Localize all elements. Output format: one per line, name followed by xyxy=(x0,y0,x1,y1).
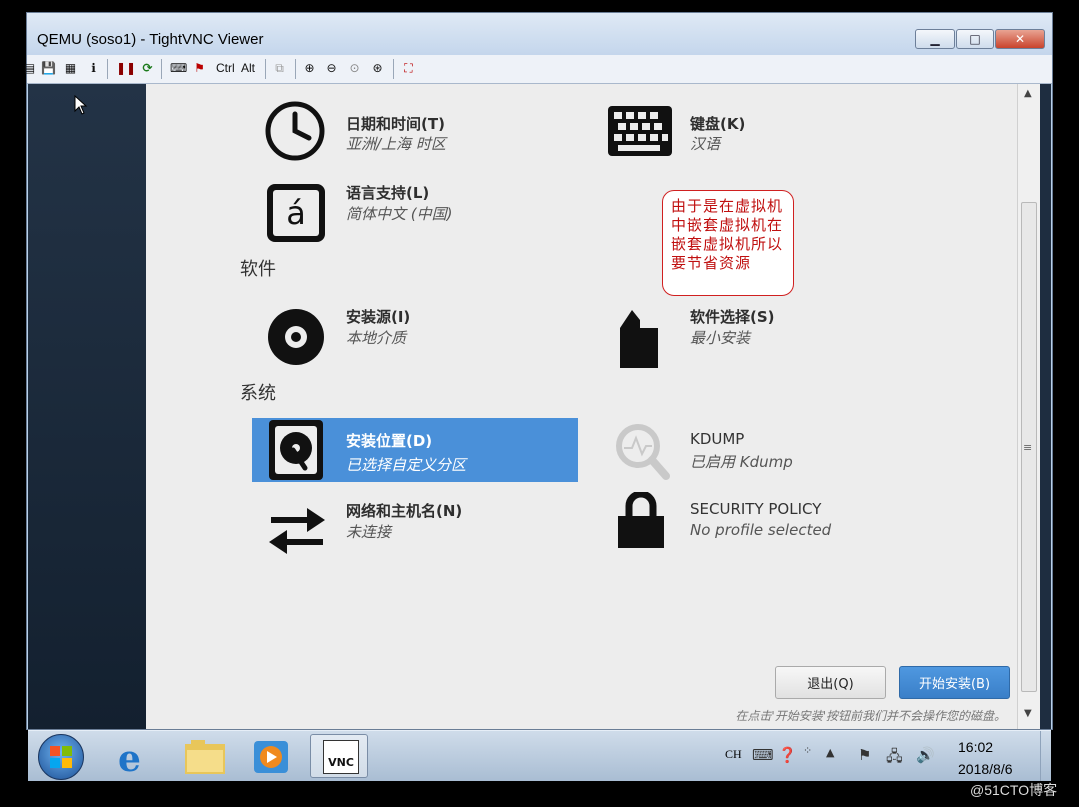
lock-icon xyxy=(618,490,664,548)
section-software: 软件 xyxy=(240,259,276,280)
network-arrows-icon xyxy=(269,508,325,554)
quit-button[interactable]: 退出(Q) xyxy=(775,666,886,699)
info-icon[interactable]: ℹ xyxy=(85,60,102,77)
package-icon xyxy=(620,310,658,368)
alt-key-button[interactable]: Alt xyxy=(241,60,255,77)
spoke-kdump[interactable] xyxy=(614,422,670,486)
clipboard-icon[interactable]: ⧉ xyxy=(271,60,288,77)
scroll-grip-icon: ≡ xyxy=(1023,441,1033,454)
taskbar-media-player[interactable] xyxy=(242,734,300,778)
pause-icon[interactable]: ❚❚ xyxy=(116,60,136,77)
keyboard-subtitle: 汉语 xyxy=(690,135,721,153)
install-source-subtitle: 本地介质 xyxy=(346,329,407,347)
vnc-toolbar: ▤ 💾 ▦ ℹ ❚❚ ⟳ ⌨ ⚑ Ctrl Alt ⧉ ⊕ ⊖ ⊙ ⊛ ⛶ xyxy=(24,55,1052,84)
folder-icon xyxy=(185,740,225,774)
refresh-icon[interactable]: ⟳ xyxy=(139,60,156,77)
install-destination-subtitle: 已选择自定义分区 xyxy=(346,456,467,474)
spoke-install-source[interactable] xyxy=(268,309,324,369)
spoke-software-selection[interactable] xyxy=(618,306,662,374)
network-subtitle: 未连接 xyxy=(346,523,392,541)
ctrl-key-button[interactable]: Ctrl xyxy=(216,60,235,77)
installation-summary-panel: 日期和时间(T) 亚洲/上海 时区 键盘(K) 汉语 á 语言支持(L) 简体中… xyxy=(146,84,1017,729)
fullscreen-icon[interactable]: ⛶ xyxy=(400,60,417,77)
scroll-up-icon[interactable]: ▲ xyxy=(1024,88,1032,99)
vertical-scrollbar[interactable]: ▲ ≡ ▼ xyxy=(1017,84,1040,729)
install-destination-title[interactable]: 安装位置(D) xyxy=(346,430,466,451)
language-subtitle: 简体中文 (中国) xyxy=(346,205,453,223)
magnifier-icon xyxy=(616,424,670,480)
volume-icon[interactable]: 🔊 xyxy=(916,746,935,764)
security-policy-title[interactable]: SECURITY POLICY xyxy=(690,500,821,518)
title-bar[interactable]: QEMU (soso1) - TightVNC Viewer ▁ □ ✕ xyxy=(27,13,1052,55)
tightvnc-icon: VNC xyxy=(323,740,359,774)
start-button[interactable] xyxy=(38,734,84,780)
close-button[interactable]: ✕ xyxy=(995,29,1045,49)
keyboard-tray-icon[interactable]: ⌨ xyxy=(752,746,774,764)
harddisk-icon xyxy=(269,420,323,480)
show-hidden-icons[interactable]: ▲ xyxy=(826,746,834,759)
spoke-datetime[interactable] xyxy=(264,100,326,166)
network-title[interactable]: 网络和主机名(N) xyxy=(346,500,462,521)
language-title[interactable]: 语言支持(L) xyxy=(346,182,429,203)
mouse-cursor-icon xyxy=(74,95,88,115)
new-connection-icon[interactable]: ▤ xyxy=(21,60,38,77)
scroll-down-icon[interactable]: ▼ xyxy=(1024,708,1032,719)
datetime-subtitle: 亚洲/上海 时区 xyxy=(346,135,446,153)
kdump-title[interactable]: KDUMP xyxy=(690,430,744,448)
save-icon[interactable]: 💾 xyxy=(40,60,57,77)
clock-icon xyxy=(265,101,325,161)
minimize-button[interactable]: ▁ xyxy=(915,29,955,49)
clock-date[interactable]: 2018/8/6 xyxy=(958,761,1013,777)
options-icon[interactable]: ▦ xyxy=(62,60,79,77)
remote-desktop-view[interactable]: 日期和时间(T) 亚洲/上海 时区 键盘(K) 汉语 á 语言支持(L) 简体中… xyxy=(28,84,1051,729)
maximize-button[interactable]: □ xyxy=(956,29,994,49)
window-title: QEMU (soso1) - TightVNC Viewer xyxy=(37,31,264,48)
kdump-subtitle: 已启用 Kdump xyxy=(690,453,793,471)
keyboard-title[interactable]: 键盘(K) xyxy=(690,113,745,134)
show-desktop-button[interactable] xyxy=(1040,731,1052,781)
begin-install-button[interactable]: 开始安装(B) xyxy=(899,666,1010,699)
language-icon: á xyxy=(286,194,306,232)
zoom-in-icon[interactable]: ⊕ xyxy=(301,60,318,77)
zoom-100-icon[interactable]: ⊙ xyxy=(346,60,363,77)
ctrl-alt-del-icon[interactable]: ⚑ xyxy=(191,60,208,77)
disk-warning-note: 在点击'开始安装'按钮前我们并不会操作您的磁盘。 xyxy=(735,709,1006,723)
spoke-security-policy[interactable] xyxy=(616,490,666,552)
help-tray-icon[interactable]: ❓ xyxy=(778,746,797,764)
windows-logo-icon xyxy=(50,746,72,768)
send-keys-icon[interactable]: ⌨ xyxy=(170,60,187,77)
ime-options-icon[interactable]: ⁘ xyxy=(803,744,812,757)
section-system: 系统 xyxy=(240,383,276,404)
internet-explorer-icon: e xyxy=(118,738,141,780)
taskbar-explorer[interactable] xyxy=(176,734,234,778)
zoom-out-icon[interactable]: ⊖ xyxy=(323,60,340,77)
software-selection-title[interactable]: 软件选择(S) xyxy=(690,306,775,327)
software-selection-subtitle: 最小安装 xyxy=(690,329,751,347)
vnc-viewer-window: QEMU (soso1) - TightVNC Viewer ▁ □ ✕ ▤ 💾… xyxy=(24,12,1053,730)
action-center-flag-icon[interactable]: ⚑ xyxy=(858,746,871,764)
clock-time[interactable]: 16:02 xyxy=(958,739,993,755)
input-language-indicator[interactable]: CH xyxy=(725,747,742,762)
zoom-fit-icon[interactable]: ⊛ xyxy=(369,60,386,77)
media-player-icon xyxy=(254,741,288,773)
taskbar: e VNC CH ⌨ ❓ ⁘ ▲ ⚑ 🖧 🔊 16:02 2018/8/6 xyxy=(28,730,1051,781)
spoke-keyboard[interactable] xyxy=(608,106,672,160)
installer-sidebar xyxy=(28,84,146,729)
annotation-balloon: 由于是在虚拟机中嵌套虚拟机在嵌套虚拟机所以要节省资源 xyxy=(662,190,794,296)
network-tray-icon[interactable]: 🖧 xyxy=(886,746,903,771)
taskbar-tightvnc[interactable]: VNC xyxy=(310,734,368,778)
security-policy-subtitle: No profile selected xyxy=(690,521,832,539)
spoke-network[interactable] xyxy=(265,500,329,566)
keyboard-icon xyxy=(608,106,672,156)
spoke-language[interactable]: á xyxy=(267,184,325,242)
watermark: @51CTO博客 xyxy=(970,782,1058,798)
disc-icon xyxy=(268,309,324,365)
datetime-title[interactable]: 日期和时间(T) xyxy=(346,113,445,134)
install-source-title[interactable]: 安装源(I) xyxy=(346,306,410,327)
taskbar-ie[interactable]: e xyxy=(108,734,166,780)
